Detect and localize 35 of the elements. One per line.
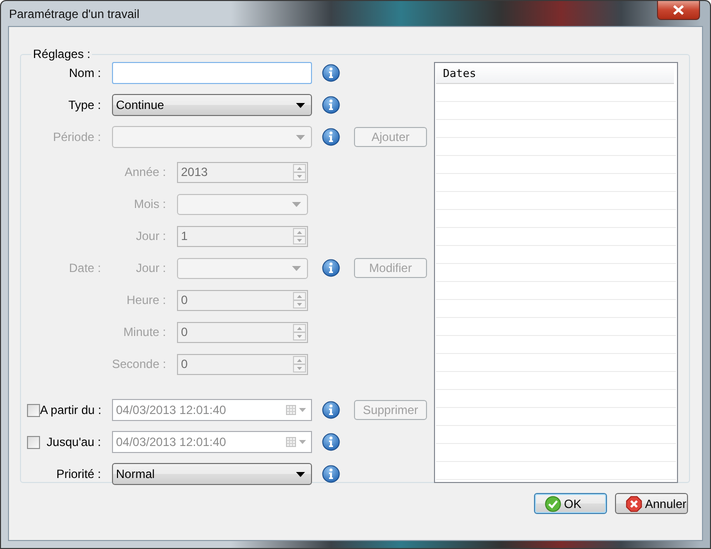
info-icon[interactable] xyxy=(322,96,340,114)
group-label: Réglages : xyxy=(32,47,92,61)
field-label: Nom : xyxy=(68,66,102,80)
field-label: A partir du : xyxy=(40,403,102,417)
close-icon xyxy=(673,5,684,15)
field-label: Mois : xyxy=(132,197,166,211)
calendar-icon xyxy=(286,405,308,415)
dropdown-arrow-icon xyxy=(296,134,305,140)
field-label: Période : xyxy=(52,130,102,144)
info-icon[interactable] xyxy=(322,465,340,483)
field-label: Type : xyxy=(68,98,102,112)
field-label: Jusqu'au : xyxy=(46,435,102,449)
dropdown-arrow-icon xyxy=(292,202,301,206)
field-label: Jour : xyxy=(134,229,166,243)
dropdown-arrow-icon xyxy=(296,102,305,108)
field-label: Priorité : xyxy=(56,467,102,481)
name-field[interactable] xyxy=(112,62,312,84)
dropdown-arrow-icon xyxy=(292,266,301,270)
field-label: Seconde : xyxy=(112,357,166,371)
field-label: Date : xyxy=(68,261,102,275)
checkmark-icon xyxy=(545,496,561,512)
dropdown[interactable]: Normal xyxy=(112,463,312,485)
field-label: Minute : xyxy=(122,325,166,339)
calendar-icon xyxy=(286,437,308,447)
close-button[interactable] xyxy=(657,1,700,20)
dropdown-arrow-icon xyxy=(296,472,305,476)
field-label: Heure : xyxy=(126,293,166,307)
field-label: Année : xyxy=(124,165,166,179)
cancel-icon xyxy=(626,496,642,512)
window-title: Paramétrage d'un travail xyxy=(9,7,140,21)
cancel-button[interactable]: Annuler xyxy=(615,493,688,514)
ok-button[interactable]: OK xyxy=(534,493,607,514)
field-label: Jour : xyxy=(134,261,166,275)
info-icon[interactable] xyxy=(322,64,340,82)
dropdown[interactable]: Continue xyxy=(112,94,312,116)
